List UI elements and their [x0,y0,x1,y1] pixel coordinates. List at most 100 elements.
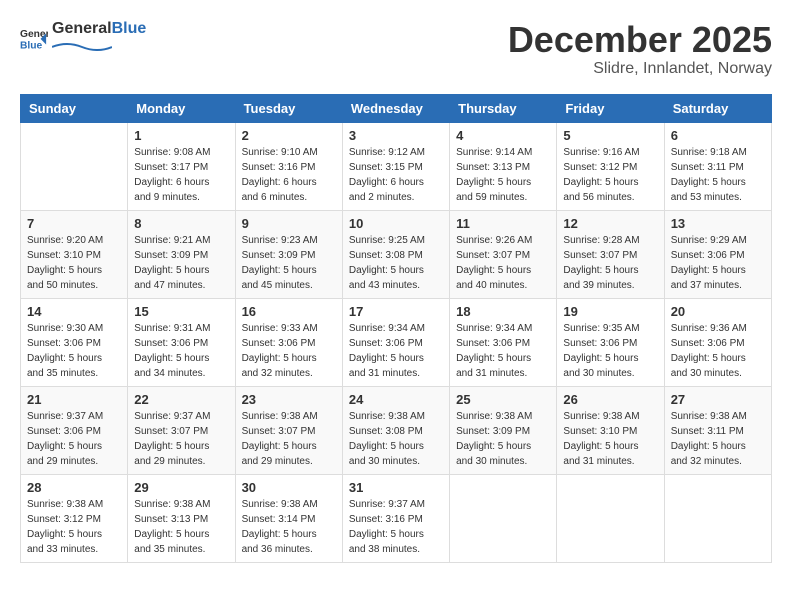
day-number: 4 [456,128,550,143]
calendar-cell: 7Sunrise: 9:20 AMSunset: 3:10 PMDaylight… [21,210,128,298]
day-info: Sunrise: 9:38 AMSunset: 3:12 PMDaylight:… [27,497,121,557]
weekday-header-monday: Monday [128,94,235,122]
day-info: Sunrise: 9:34 AMSunset: 3:06 PMDaylight:… [456,321,550,381]
day-number: 30 [242,480,336,495]
day-info: Sunrise: 9:38 AMSunset: 3:14 PMDaylight:… [242,497,336,557]
calendar-cell: 30 Sunrise: 9:38 AMSunset: 3:14 PMDayligh… [235,474,342,562]
calendar-cell [557,474,664,562]
day-info: Sunrise: 9:38 AMSunset: 3:09 PMDaylight:… [456,409,550,469]
week-row-5: 28 Sunrise: 9:38 AMSunset: 3:12 PMDayligh… [21,474,772,562]
calendar-cell: 25 Sunrise: 9:38 AMSunset: 3:09 PMDayligh… [450,386,557,474]
day-info: Sunrise: 9:14 AMSunset: 3:13 PMDaylight:… [456,145,550,205]
month-title: December 2025 [508,20,772,60]
calendar-cell [21,122,128,210]
day-info: Sunrise: 9:37 AMSunset: 3:07 PMDaylight:… [134,409,228,469]
day-number: 21 [27,392,121,407]
calendar-cell: 10 Sunrise: 9:25 AMSunset: 3:08 PMDayligh… [342,210,449,298]
day-number: 31 [349,480,443,495]
day-number: 23 [242,392,336,407]
calendar-cell: 3 Sunrise: 9:12 AMSunset: 3:15 PMDaylight… [342,122,449,210]
day-number: 15 [134,304,228,319]
day-number: 9 [242,216,336,231]
day-info: Sunrise: 9:23 AMSunset: 3:09 PMDaylight:… [242,233,336,293]
week-row-1: 1 Sunrise: 9:08 AMSunset: 3:17 PMDaylight… [21,122,772,210]
calendar-cell [664,474,771,562]
day-number: 1 [134,128,228,143]
calendar-cell: 2 Sunrise: 9:10 AMSunset: 3:16 PMDaylight… [235,122,342,210]
calendar-cell: 5Sunrise: 9:16 AMSunset: 3:12 PMDaylight… [557,122,664,210]
calendar-cell: 14Sunrise: 9:30 AMSunset: 3:06 PMDayligh… [21,298,128,386]
day-info: Sunrise: 9:12 AMSunset: 3:15 PMDaylight:… [349,145,443,205]
day-info: Sunrise: 9:28 AMSunset: 3:07 PMDaylight:… [563,233,657,293]
day-info: Sunrise: 9:25 AMSunset: 3:08 PMDaylight:… [349,233,443,293]
day-info: Sunrise: 9:33 AMSunset: 3:06 PMDaylight:… [242,321,336,381]
weekday-header-wednesday: Wednesday [342,94,449,122]
logo: General Blue General Blue [20,20,146,56]
calendar-cell: 8 Sunrise: 9:21 AMSunset: 3:09 PMDaylight… [128,210,235,298]
day-number: 20 [671,304,765,319]
day-info: Sunrise: 9:36 AMSunset: 3:06 PMDaylight:… [671,321,765,381]
day-number: 25 [456,392,550,407]
weekday-header-row: SundayMondayTuesdayWednesdayThursdayFrid… [21,94,772,122]
weekday-header-tuesday: Tuesday [235,94,342,122]
weekday-header-sunday: Sunday [21,94,128,122]
day-number: 18 [456,304,550,319]
day-number: 12 [563,216,657,231]
weekday-header-friday: Friday [557,94,664,122]
day-number: 26 [563,392,657,407]
day-info: Sunrise: 9:37 AMSunset: 3:16 PMDaylight:… [349,497,443,557]
day-number: 2 [242,128,336,143]
calendar-cell: 17 Sunrise: 9:34 AMSunset: 3:06 PMDayligh… [342,298,449,386]
day-info: Sunrise: 9:35 AMSunset: 3:06 PMDaylight:… [563,321,657,381]
day-info: Sunrise: 9:21 AMSunset: 3:09 PMDaylight:… [134,233,228,293]
calendar-cell: 29Sunrise: 9:38 AMSunset: 3:13 PMDayligh… [128,474,235,562]
day-number: 5 [563,128,657,143]
calendar-cell: 26 Sunrise: 9:38 AMSunset: 3:10 PMDayligh… [557,386,664,474]
calendar-cell: 27Sunrise: 9:38 AMSunset: 3:11 PMDayligh… [664,386,771,474]
logo-wave [52,39,112,51]
header: General Blue GeneralBlue December 2025 S… [20,20,772,78]
day-info: Sunrise: 9:10 AMSunset: 3:16 PMDaylight:… [242,145,336,205]
day-info: Sunrise: 9:38 AMSunset: 3:08 PMDaylight:… [349,409,443,469]
calendar-cell: 16 Sunrise: 9:33 AMSunset: 3:06 PMDayligh… [235,298,342,386]
calendar-cell: 20 Sunrise: 9:36 AMSunset: 3:06 PMDayligh… [664,298,771,386]
calendar-cell: 21 Sunrise: 9:37 AMSunset: 3:06 PMDayligh… [21,386,128,474]
calendar-cell: 11 Sunrise: 9:26 AMSunset: 3:07 PMDayligh… [450,210,557,298]
weekday-header-thursday: Thursday [450,94,557,122]
day-number: 24 [349,392,443,407]
logo-general: General [52,20,112,37]
week-row-3: 14Sunrise: 9:30 AMSunset: 3:06 PMDayligh… [21,298,772,386]
svg-text:Blue: Blue [20,40,43,51]
day-number: 17 [349,304,443,319]
calendar-cell: 18 Sunrise: 9:34 AMSunset: 3:06 PMDayligh… [450,298,557,386]
day-info: Sunrise: 9:08 AMSunset: 3:17 PMDaylight:… [134,145,228,205]
day-number: 3 [349,128,443,143]
day-info: Sunrise: 9:38 AMSunset: 3:10 PMDaylight:… [563,409,657,469]
day-number: 11 [456,216,550,231]
calendar-cell: 15 Sunrise: 9:31 AMSunset: 3:06 PMDayligh… [128,298,235,386]
calendar: SundayMondayTuesdayWednesdayThursdayFrid… [20,94,772,563]
weekday-header-saturday: Saturday [664,94,771,122]
day-number: 27 [671,392,765,407]
day-info: Sunrise: 9:18 AMSunset: 3:11 PMDaylight:… [671,145,765,205]
day-info: Sunrise: 9:37 AMSunset: 3:06 PMDaylight:… [27,409,121,469]
day-number: 28 [27,480,121,495]
day-info: Sunrise: 9:38 AMSunset: 3:07 PMDaylight:… [242,409,336,469]
day-info: Sunrise: 9:34 AMSunset: 3:06 PMDaylight:… [349,321,443,381]
day-number: 10 [349,216,443,231]
day-info: Sunrise: 9:20 AMSunset: 3:10 PMDaylight:… [27,233,121,293]
calendar-cell: 13Sunrise: 9:29 AMSunset: 3:06 PMDayligh… [664,210,771,298]
calendar-cell: 24 Sunrise: 9:38 AMSunset: 3:08 PMDayligh… [342,386,449,474]
day-number: 14 [27,304,121,319]
day-info: Sunrise: 9:26 AMSunset: 3:07 PMDaylight:… [456,233,550,293]
day-info: Sunrise: 9:29 AMSunset: 3:06 PMDaylight:… [671,233,765,293]
calendar-cell: 22Sunrise: 9:37 AMSunset: 3:07 PMDayligh… [128,386,235,474]
calendar-cell: 23 Sunrise: 9:38 AMSunset: 3:07 PMDayligh… [235,386,342,474]
day-number: 16 [242,304,336,319]
day-number: 8 [134,216,228,231]
calendar-cell: 4 Sunrise: 9:14 AMSunset: 3:13 PMDaylight… [450,122,557,210]
logo-icon: General Blue [20,24,48,52]
day-number: 29 [134,480,228,495]
calendar-cell: 12 Sunrise: 9:28 AMSunset: 3:07 PMDayligh… [557,210,664,298]
day-info: Sunrise: 9:31 AMSunset: 3:06 PMDaylight:… [134,321,228,381]
